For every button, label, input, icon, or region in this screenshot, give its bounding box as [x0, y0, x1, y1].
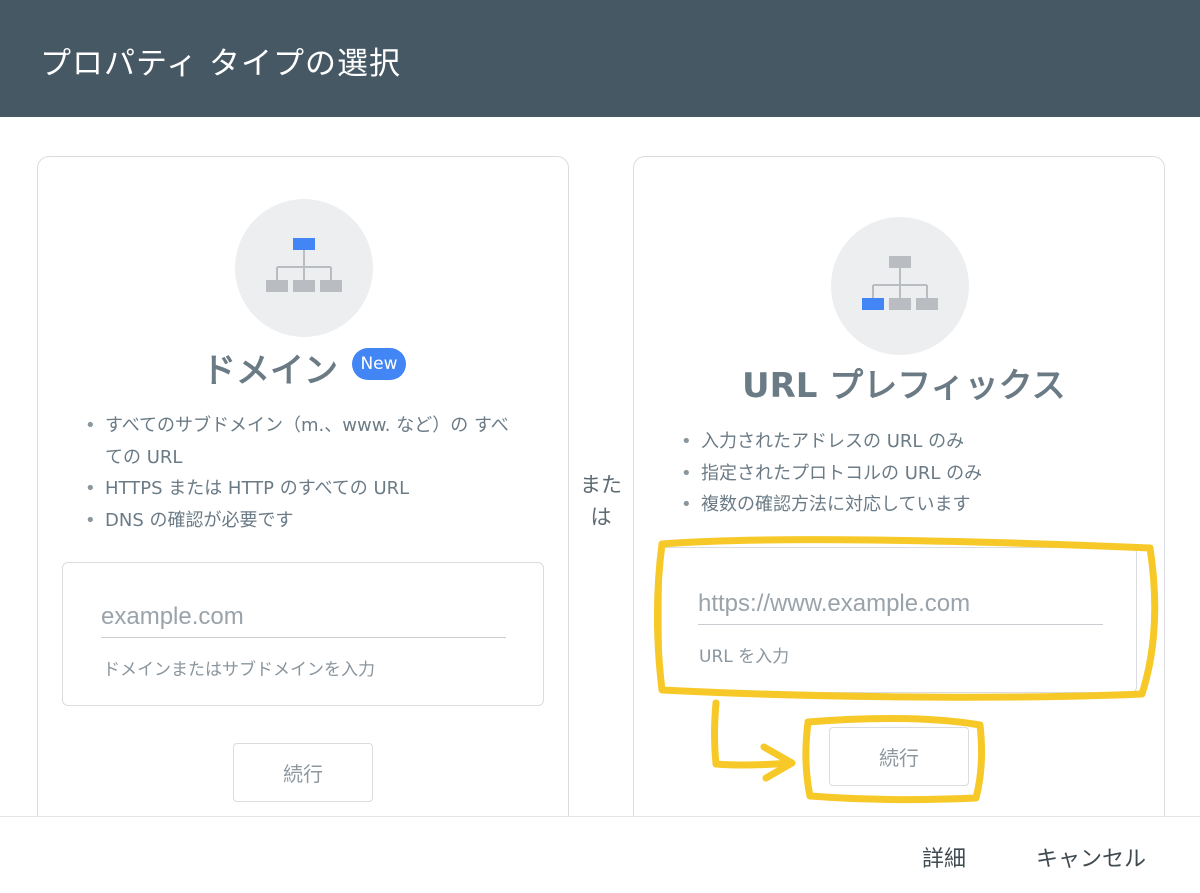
new-badge: New: [352, 348, 406, 380]
list-item: 指定されたプロトコルの URL のみ: [681, 458, 1121, 490]
domain-property-card[interactable]: ドメイン New すべてのサブドメイン（m.、www. など）の すべての UR…: [37, 156, 569, 836]
url-prefix-continue-button[interactable]: 続行: [829, 727, 969, 786]
url-input-box: URL を入力: [661, 547, 1137, 693]
dialog-header: プロパティ タイプの選択: [0, 0, 1200, 117]
list-item: DNS の確認が必要です: [85, 505, 525, 537]
url-prefix-feature-list: 入力されたアドレスの URL のみ 指定されたプロトコルの URL のみ 複数の…: [681, 426, 1121, 521]
list-item: HTTPS または HTTP のすべての URL: [85, 473, 525, 505]
dialog-footer: 詳細 キャンセル: [0, 816, 1200, 893]
url-input[interactable]: [698, 590, 1103, 625]
list-item: すべてのサブドメイン（m.、www. など）の すべての URL: [85, 410, 525, 473]
url-prefix-card-title: URL プレフィックス: [742, 366, 1066, 406]
dialog-title: プロパティ タイプの選択: [40, 46, 401, 82]
url-prefix-sitemap-icon: [831, 217, 969, 355]
domain-input-box: ドメインまたはサブドメインを入力: [62, 562, 544, 706]
domain-feature-list: すべてのサブドメイン（m.、www. など）の すべての URL HTTPS ま…: [85, 410, 525, 536]
url-prefix-property-card[interactable]: URL プレフィックス 入力されたアドレスの URL のみ 指定されたプロトコル…: [633, 156, 1165, 836]
url-input-helper: URL を入力: [699, 647, 790, 667]
domain-card-title: ドメイン: [202, 351, 338, 391]
domain-sitemap-icon: [235, 199, 373, 337]
domain-input-helper: ドメインまたはサブドメインを入力: [103, 660, 375, 680]
cancel-button[interactable]: キャンセル: [1036, 841, 1146, 873]
list-item: 複数の確認方法に対応しています: [681, 489, 1121, 521]
or-separator: または: [580, 473, 622, 529]
domain-input[interactable]: [101, 603, 506, 638]
list-item: 入力されたアドレスの URL のみ: [681, 426, 1121, 458]
details-button[interactable]: 詳細: [922, 841, 966, 873]
domain-continue-button[interactable]: 続行: [233, 743, 373, 802]
